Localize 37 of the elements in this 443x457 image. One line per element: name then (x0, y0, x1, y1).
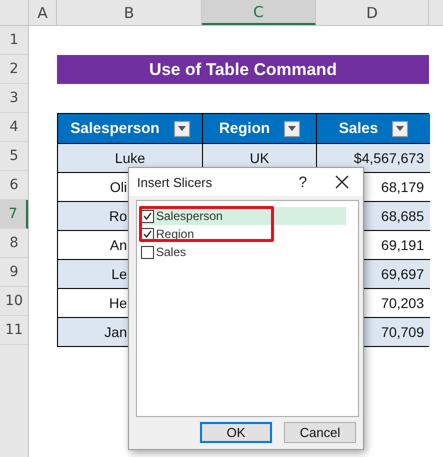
table-cell: 70,203 (381, 295, 424, 311)
filter-button[interactable] (392, 120, 408, 136)
checkbox[interactable] (141, 210, 154, 222)
table-cell: Ro (109, 208, 127, 224)
table-cell: 69,191 (381, 237, 424, 253)
dialog-button[interactable]: Cancel (284, 422, 356, 443)
table-cell: 68,685 (381, 208, 424, 224)
table-cell: Jan (104, 324, 127, 340)
table-cell: UK (250, 150, 270, 166)
caret-icon (396, 126, 404, 131)
sheet-title: Use of Table Command (57, 55, 429, 84)
column-header[interactable]: C (202, 0, 316, 25)
table-header: Sales (338, 120, 378, 137)
table-cell: He (109, 295, 127, 311)
table-cell: 68,179 (381, 179, 424, 195)
table-header: Salesperson (70, 120, 160, 137)
caret-icon (178, 126, 186, 131)
close-icon[interactable] (335, 175, 349, 189)
help-button[interactable]: ? (298, 174, 307, 190)
table-cell: Le (111, 266, 127, 282)
dialog-button[interactable]: OK (200, 422, 272, 443)
field-item[interactable]: Sales (141, 243, 346, 261)
field-item[interactable]: Region (141, 225, 346, 243)
table-cell: $4,567,673 (354, 150, 424, 166)
row-header[interactable]: 7 (0, 200, 28, 229)
dialog-title: Insert Slicers (137, 174, 214, 190)
table-cell: 70,709 (381, 324, 424, 340)
caret-icon (288, 126, 296, 131)
field-item[interactable]: Salesperson (141, 207, 346, 225)
checkbox[interactable] (141, 246, 154, 258)
filter-button[interactable] (284, 120, 300, 136)
table-cell: An (110, 237, 127, 253)
filter-button[interactable] (174, 120, 190, 136)
table-cell: Luke (114, 150, 146, 166)
table-cell: Oli (110, 179, 127, 195)
table-header: Region (219, 120, 270, 137)
table-cell: 69,697 (381, 266, 424, 282)
